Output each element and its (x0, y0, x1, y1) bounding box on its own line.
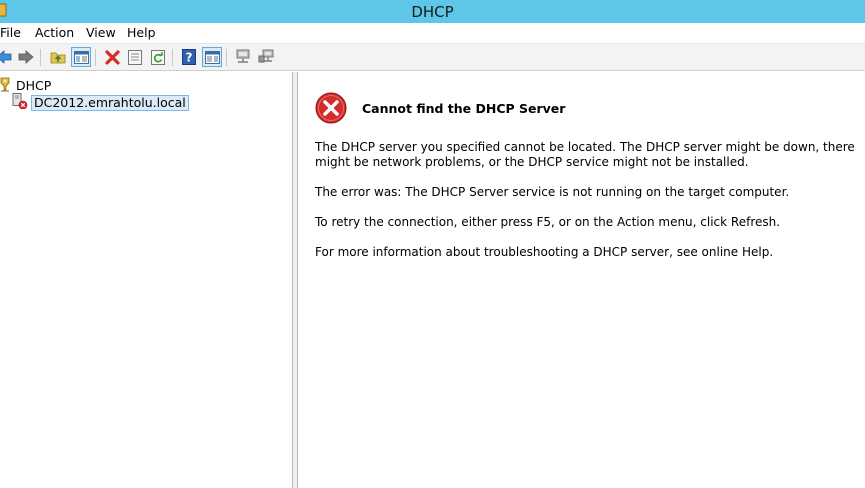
title-bar[interactable]: DHCP (0, 0, 865, 23)
back-icon[interactable] (0, 47, 14, 67)
menu-file[interactable]: File (0, 25, 21, 40)
dhcp-root-icon (0, 77, 12, 95)
details-pane: Cannot find the DHCP Server The DHCP ser… (298, 72, 865, 488)
tree-item-dhcp[interactable]: DHCP (0, 77, 51, 94)
menu-help[interactable]: Help (127, 25, 156, 40)
toolbar-separator (172, 49, 173, 66)
svg-text:?: ? (186, 51, 193, 65)
forward-icon[interactable] (16, 47, 36, 67)
error-icon (315, 92, 347, 124)
toolbar: ? (0, 43, 865, 71)
menu-action[interactable]: Action (35, 25, 74, 40)
error-title: Cannot find the DHCP Server (362, 101, 566, 116)
error-paragraph-3: To retry the connection, either press F5… (315, 215, 781, 229)
tree-server-label: DC2012.emrahtolu.local (31, 94, 189, 111)
properties-icon[interactable] (125, 47, 145, 67)
show-hide-console-tree-icon[interactable] (71, 47, 91, 67)
error-paragraph-1: The DHCP server you specified cannot be … (315, 140, 855, 169)
toolbar-separator (95, 49, 96, 66)
tree-root-label: DHCP (16, 78, 52, 93)
error-paragraph-4: For more information about troubleshooti… (315, 245, 774, 259)
delete-icon[interactable] (102, 47, 122, 67)
window-title: DHCP (411, 3, 454, 21)
up-folder-icon[interactable] (48, 47, 68, 67)
server-error-icon (12, 93, 28, 112)
console-tree-pane[interactable]: DHCP DC2012.emrahtolu.local (0, 72, 292, 488)
help-icon[interactable]: ? (179, 47, 199, 67)
tree-item-server[interactable]: DC2012.emrahtolu.local (12, 93, 189, 112)
menu-bar: File Action View Help (0, 23, 865, 43)
action-pane-icon[interactable] (202, 47, 222, 67)
menu-view[interactable]: View (86, 25, 116, 40)
toolbar-separator (40, 49, 41, 66)
server-icon[interactable] (233, 47, 253, 67)
server-options-icon[interactable] (256, 47, 276, 67)
error-paragraph-2: The error was: The DHCP Server service i… (315, 185, 790, 199)
toolbar-separator (226, 49, 227, 66)
refresh-icon[interactable] (148, 47, 168, 67)
